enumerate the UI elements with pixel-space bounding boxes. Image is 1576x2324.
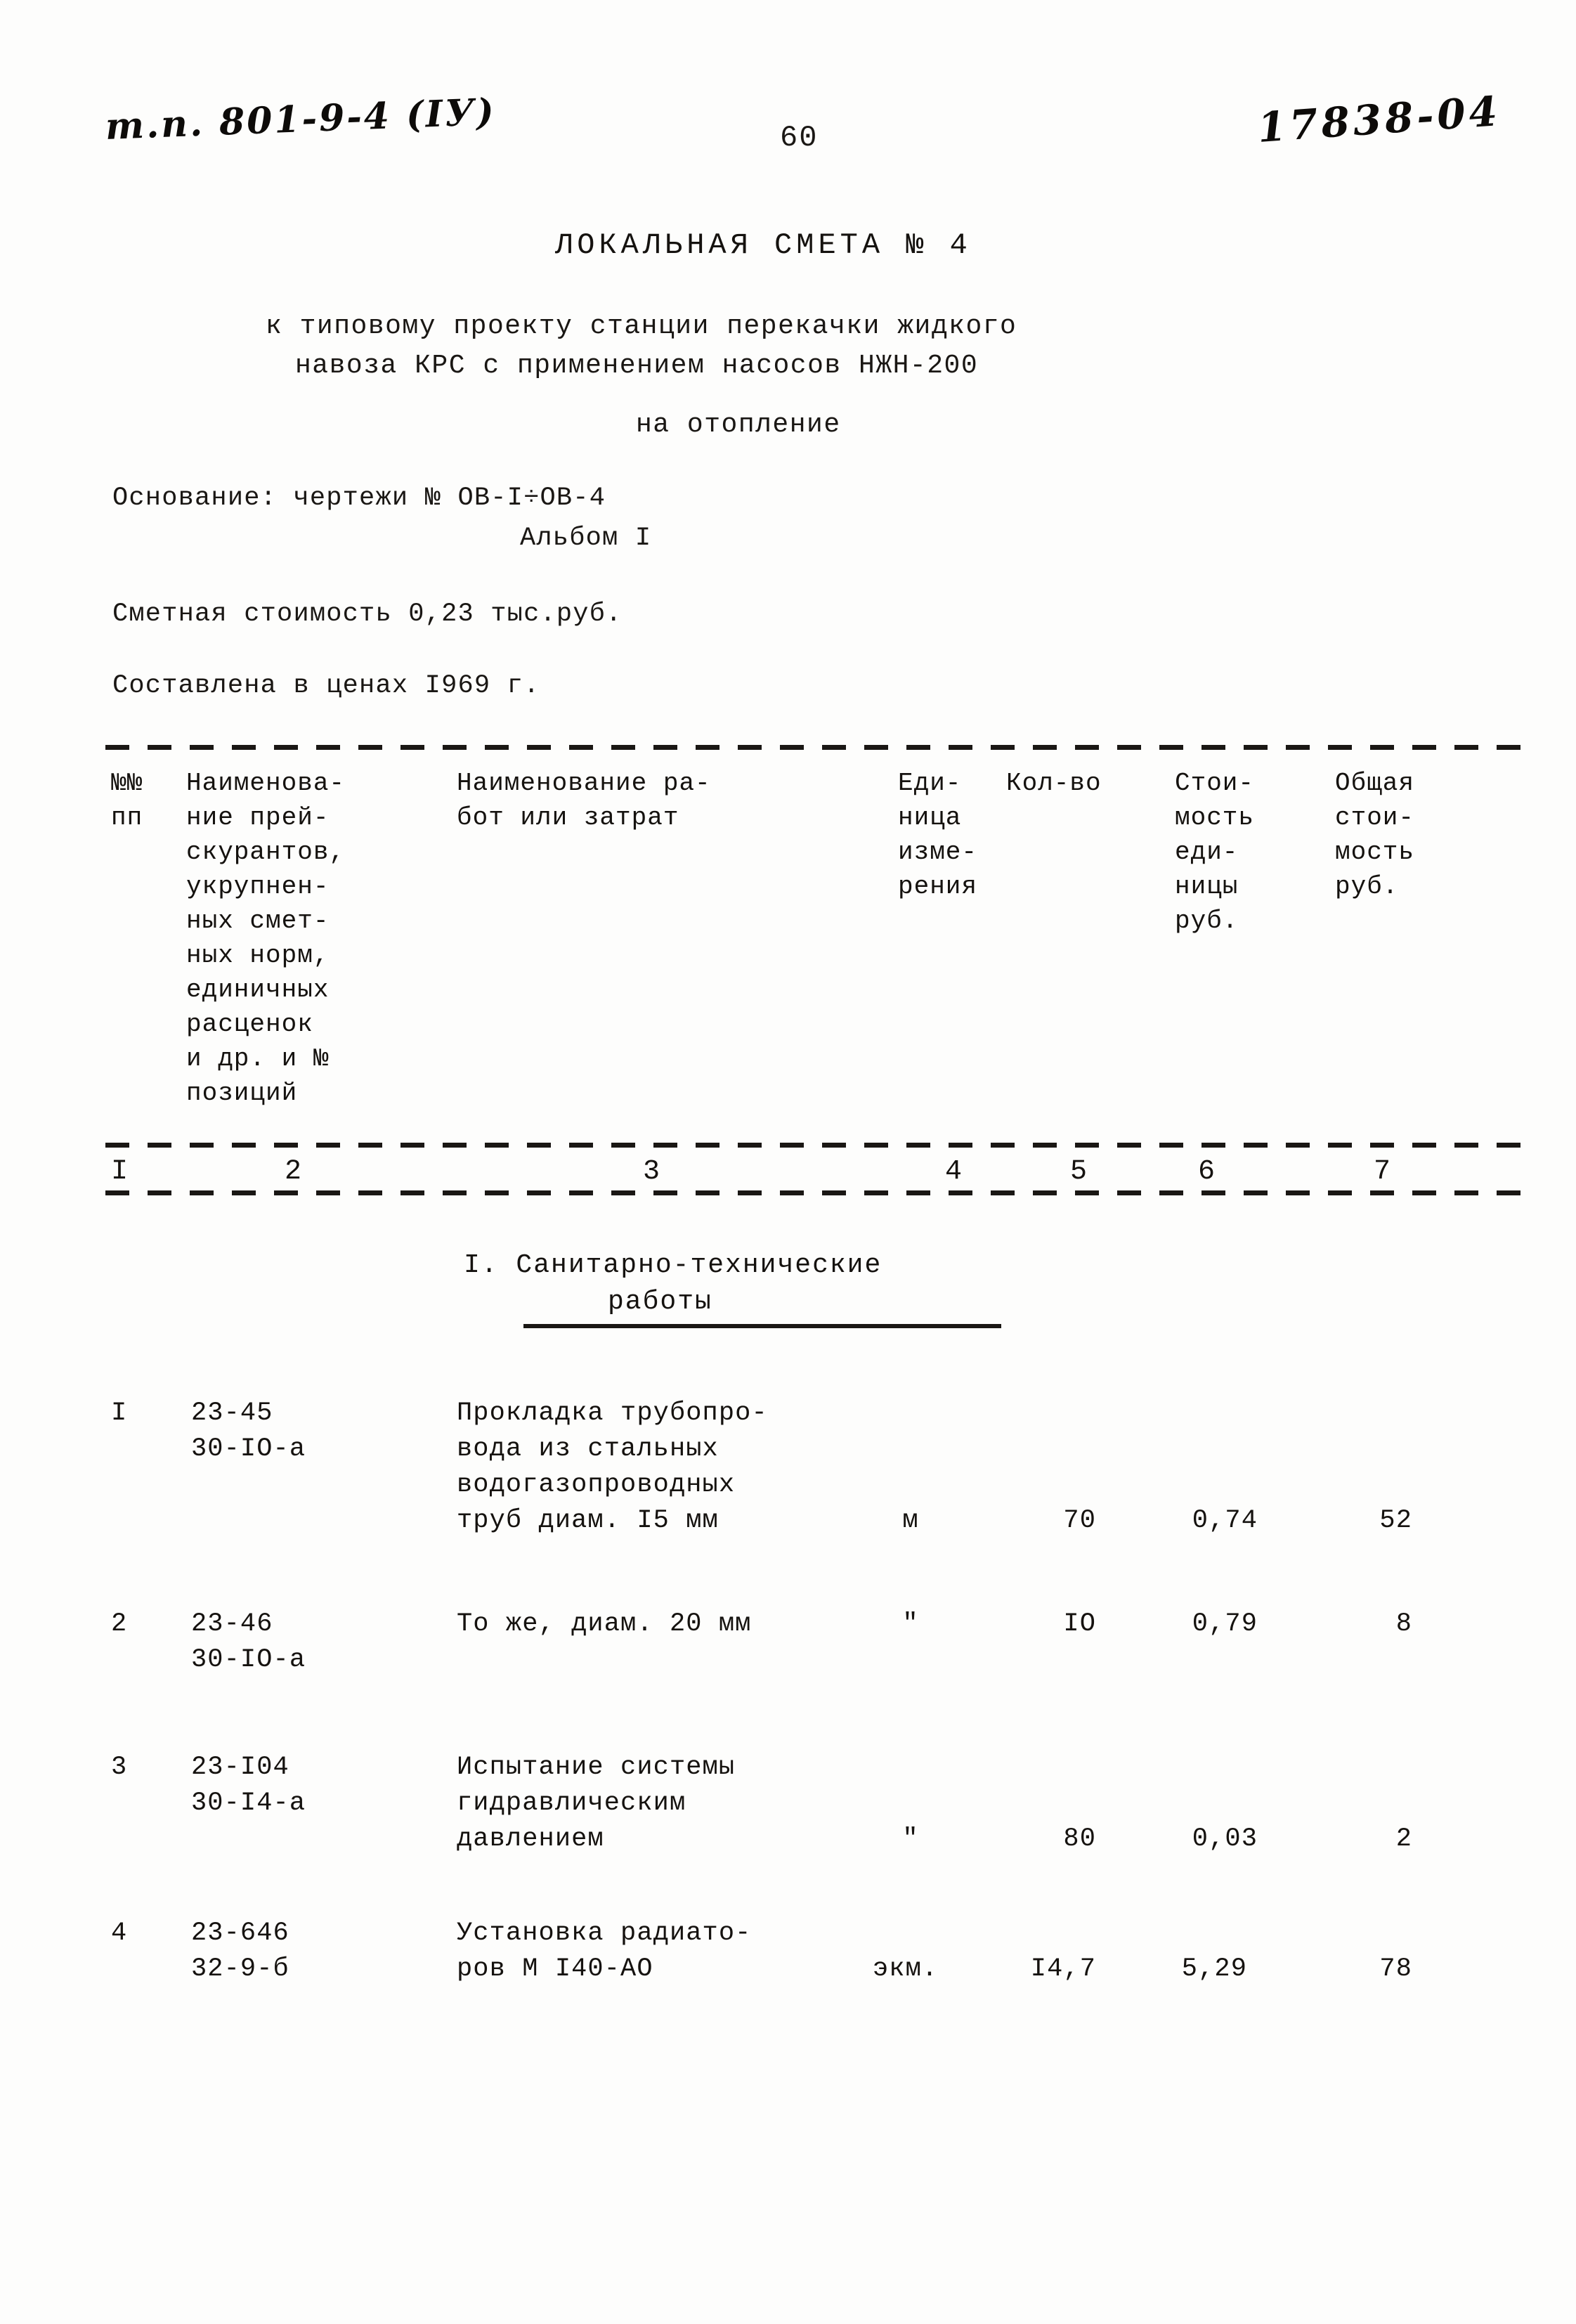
section-title-line-2: работы bbox=[608, 1287, 712, 1317]
archive-stamp-annotation: 17838-04 bbox=[1256, 86, 1503, 152]
row-4-unit-cost: 5,29 bbox=[1181, 1954, 1247, 1984]
row-3-description: Испытание системы гидравлическим давлени… bbox=[457, 1753, 736, 1854]
table-header-col5: Кол-во bbox=[1006, 769, 1102, 798]
row-1-no: I bbox=[111, 1398, 128, 1428]
table-rule-above-colnums bbox=[105, 1143, 1539, 1148]
row-4-no: 4 bbox=[111, 1919, 128, 1948]
basis-album: Альбом I bbox=[520, 524, 652, 553]
section-title-underline bbox=[523, 1324, 1001, 1328]
subtitle-line-2: навоза КРС с применением насосов НЖН-200 bbox=[295, 351, 979, 381]
column-number-7: 7 bbox=[1374, 1156, 1392, 1188]
column-number-5: 5 bbox=[1070, 1156, 1088, 1188]
section-title-line-1: I. Санитарно-технические bbox=[464, 1250, 883, 1280]
row-3-unit-cost: 0,03 bbox=[1192, 1824, 1258, 1854]
row-2-qty: IO bbox=[1063, 1609, 1096, 1639]
column-number-3: 3 bbox=[643, 1156, 661, 1188]
table-rule-below-colnums bbox=[105, 1190, 1539, 1195]
row-4-description: Установка радиато- ров М I40-АО bbox=[457, 1919, 752, 1984]
row-4-unit: экм. bbox=[873, 1954, 939, 1984]
table-header-col3: Наименование ра- бот или затрат bbox=[457, 769, 711, 832]
table-header-col4: Еди- ница изме- рения bbox=[898, 769, 978, 901]
table-header-col6: Стои- мость еди- ницы руб. bbox=[1175, 769, 1255, 935]
column-number-6: 6 bbox=[1198, 1156, 1216, 1188]
basis-label: Основание: чертежи № ОВ-I÷ОВ-4 bbox=[112, 483, 606, 513]
row-1-unit-cost: 0,74 bbox=[1192, 1506, 1258, 1536]
row-1-total-cost: 52 bbox=[1379, 1506, 1412, 1536]
row-1-unit: м bbox=[902, 1506, 919, 1536]
row-3-qty: 80 bbox=[1063, 1824, 1096, 1854]
row-3-code: 23-I04 30-I4-а bbox=[191, 1753, 306, 1818]
project-code-annotation: т.п. 801-9-4 (IУ) bbox=[104, 90, 497, 148]
row-2-unit: " bbox=[902, 1609, 919, 1639]
row-2-total-cost: 8 bbox=[1395, 1609, 1412, 1639]
document-page: т.п. 801-9-4 (IУ) 60 17838-04 ЛОКАЛЬНАЯ … bbox=[0, 0, 1576, 2324]
row-2-code: 23-46 30-IO-а bbox=[191, 1609, 306, 1675]
table-header-col7: Общая стои- мость руб. bbox=[1335, 769, 1415, 901]
row-4-total-cost: 78 bbox=[1379, 1954, 1412, 1984]
row-4-code: 23-646 32-9-б bbox=[191, 1919, 289, 1984]
subtitle-line-3: на отопление bbox=[636, 410, 841, 440]
column-number-2: 2 bbox=[285, 1156, 303, 1188]
row-1-qty: 70 bbox=[1063, 1506, 1096, 1536]
table-rule-top bbox=[105, 745, 1539, 750]
column-number-1: I bbox=[111, 1156, 129, 1188]
row-1-description: Прокладка трубопро- вода из стальных вод… bbox=[457, 1398, 768, 1536]
row-3-unit: " bbox=[902, 1824, 919, 1854]
table-header-col1: №№ пп bbox=[111, 769, 143, 832]
page-number: 60 bbox=[780, 121, 819, 155]
row-2-unit-cost: 0,79 bbox=[1192, 1609, 1258, 1639]
price-basis-year: Составлена в ценах I969 г. bbox=[112, 671, 540, 701]
row-3-no: 3 bbox=[111, 1753, 128, 1782]
table-header-col2: Наименова- ние прей- скурантов, укрупнен… bbox=[186, 769, 346, 1108]
subtitle-line-1: к типовому проекту станции перекачки жид… bbox=[266, 311, 1017, 342]
row-1-code: 23-45 30-IO-а bbox=[191, 1398, 306, 1464]
row-3-total-cost: 2 bbox=[1395, 1824, 1412, 1854]
row-2-no: 2 bbox=[111, 1609, 128, 1639]
estimate-cost: Сметная стоимость 0,23 тыс.руб. bbox=[112, 599, 623, 629]
row-4-qty: I4,7 bbox=[1030, 1954, 1096, 1984]
row-2-description: То же, диам. 20 мм bbox=[457, 1609, 752, 1639]
column-number-4: 4 bbox=[945, 1156, 963, 1188]
page-title: ЛОКАЛЬНАЯ СМЕТА № 4 bbox=[555, 228, 972, 262]
